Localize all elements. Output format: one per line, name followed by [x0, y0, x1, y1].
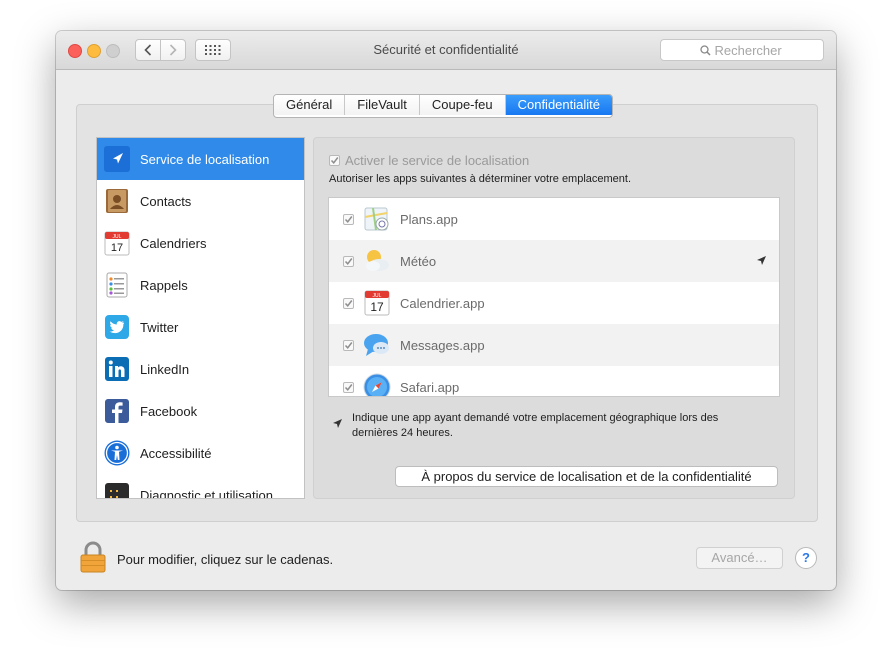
- sidebar-item-location-services[interactable]: Service de localisation: [97, 138, 304, 180]
- calendar-month-label: JUL: [113, 234, 122, 240]
- tab-firewall[interactable]: Coupe-feu: [419, 95, 506, 115]
- recent-location-note: Indique une app ayant demandé votre empl…: [332, 411, 762, 441]
- reminders-icon: [106, 272, 128, 298]
- app-checkbox[interactable]: [343, 255, 354, 267]
- checkmark-icon: [344, 341, 353, 349]
- sidebar-item-label: Accessibilité: [140, 445, 212, 461]
- facebook-icon: [105, 399, 129, 423]
- sidebar-item-facebook[interactable]: Facebook: [97, 390, 304, 432]
- title-bar: Sécurité et confidentialité: [56, 31, 836, 70]
- checkmark-icon: [344, 257, 353, 265]
- note-text: Indique une app ayant demandé votre empl…: [352, 412, 719, 439]
- sidebar-item-label: LinkedIn: [140, 361, 190, 377]
- app-row-calendrier[interactable]: JUL 17 Calendrier.app: [329, 282, 779, 324]
- enable-location-label: Activer le service de localisation: [345, 153, 530, 168]
- sidebar-item-label: Calendriers: [140, 235, 207, 251]
- app-checkbox[interactable]: [343, 339, 354, 351]
- calendar-month-label: JUL: [373, 293, 382, 299]
- safari-icon: [363, 373, 391, 396]
- sidebar-item-label: Rappels: [140, 277, 188, 293]
- contacts-icon: [106, 189, 128, 213]
- help-button[interactable]: ?: [795, 547, 817, 569]
- sidebar-item-twitter[interactable]: Twitter: [97, 306, 304, 348]
- sidebar-item-label: Diagnostic et utilisation: [140, 487, 273, 499]
- app-row-meteo[interactable]: Météo: [329, 240, 779, 282]
- lock-instructions: Pour modifier, cliquez sur le cadenas.: [117, 552, 334, 567]
- location-arrow-icon: [333, 419, 342, 428]
- sidebar-item-label: Facebook: [140, 403, 198, 419]
- advanced-button[interactable]: Avancé…: [696, 547, 783, 569]
- app-checkbox[interactable]: [343, 213, 354, 225]
- messages-icon: [364, 334, 389, 356]
- lock-icon[interactable]: [80, 541, 106, 573]
- app-row-messages[interactable]: Messages.app: [329, 324, 779, 366]
- location-services-panel: Activer le service de localisation Autor…: [313, 137, 795, 499]
- app-name: Calendrier.app: [400, 295, 485, 311]
- twitter-icon: [105, 315, 129, 339]
- search-icon: [699, 44, 711, 56]
- app-checkbox[interactable]: [343, 297, 354, 309]
- app-checkbox[interactable]: [343, 381, 354, 393]
- tab-filevault[interactable]: FileVault: [345, 95, 420, 115]
- app-list[interactable]: Plans.app Météo JUL 17 Calendrier.app Me…: [328, 197, 780, 397]
- enable-location-checkbox[interactable]: [329, 155, 340, 166]
- bottom-bar: Pour modifier, cliquez sur le cadenas. A…: [56, 531, 836, 590]
- calendar-day-label: 17: [370, 300, 384, 314]
- app-name: Plans.app: [400, 211, 458, 227]
- sidebar-item-label: Contacts: [140, 193, 192, 209]
- location-description: Autoriser les apps suivantes à détermine…: [329, 173, 632, 185]
- location-arrow-icon: [104, 146, 130, 172]
- sidebar-item-accessibility[interactable]: Accessibilité: [97, 432, 304, 474]
- search-input[interactable]: [714, 42, 785, 58]
- sidebar-item-label: Service de localisation: [140, 151, 270, 167]
- weather-icon: [366, 250, 389, 271]
- sidebar-item-linkedin[interactable]: LinkedIn: [97, 348, 304, 390]
- app-name: Messages.app: [400, 337, 485, 353]
- sidebar-item-diagnostics[interactable]: Diagnostic et utilisation: [97, 474, 304, 499]
- checkmark-icon: [344, 215, 353, 223]
- sidebar-item-calendars[interactable]: JUL 17 Calendriers: [97, 222, 304, 264]
- tab-bar: Général FileVault Coupe-feu Confidential…: [273, 94, 613, 118]
- preferences-window: Sécurité et confidentialité Général File…: [56, 31, 836, 590]
- calendar-icon: JUL 17: [104, 231, 130, 256]
- search-field[interactable]: [660, 39, 824, 61]
- checkmark-icon: [330, 157, 339, 164]
- diagnostics-icon: [105, 483, 129, 498]
- tab-general[interactable]: Général: [274, 95, 346, 115]
- sidebar-item-contacts[interactable]: Contacts: [97, 180, 304, 222]
- enable-location-row: Activer le service de localisation: [329, 153, 529, 168]
- sidebar-item-reminders[interactable]: Rappels: [97, 264, 304, 306]
- recent-location-arrow-icon: [757, 256, 766, 265]
- app-row-plans[interactable]: Plans.app: [329, 198, 779, 240]
- calendar-day-label: 17: [111, 242, 123, 254]
- maps-icon: [364, 207, 389, 231]
- privacy-category-list: Service de localisation Contacts JUL 17 …: [96, 137, 305, 499]
- calendar-icon: JUL 17: [364, 290, 390, 316]
- app-name: Météo: [400, 253, 437, 269]
- about-location-privacy-button[interactable]: À propos du service de localisation et d…: [395, 466, 778, 487]
- linkedin-icon: [105, 357, 129, 381]
- accessibility-icon: [104, 440, 130, 466]
- checkmark-icon: [344, 299, 353, 307]
- tab-privacy[interactable]: Confidentialité: [505, 95, 612, 115]
- app-row-safari[interactable]: Safari.app: [329, 366, 779, 396]
- app-name: Safari.app: [400, 379, 460, 395]
- sidebar-item-label: Twitter: [140, 319, 179, 335]
- checkmark-icon: [344, 383, 353, 391]
